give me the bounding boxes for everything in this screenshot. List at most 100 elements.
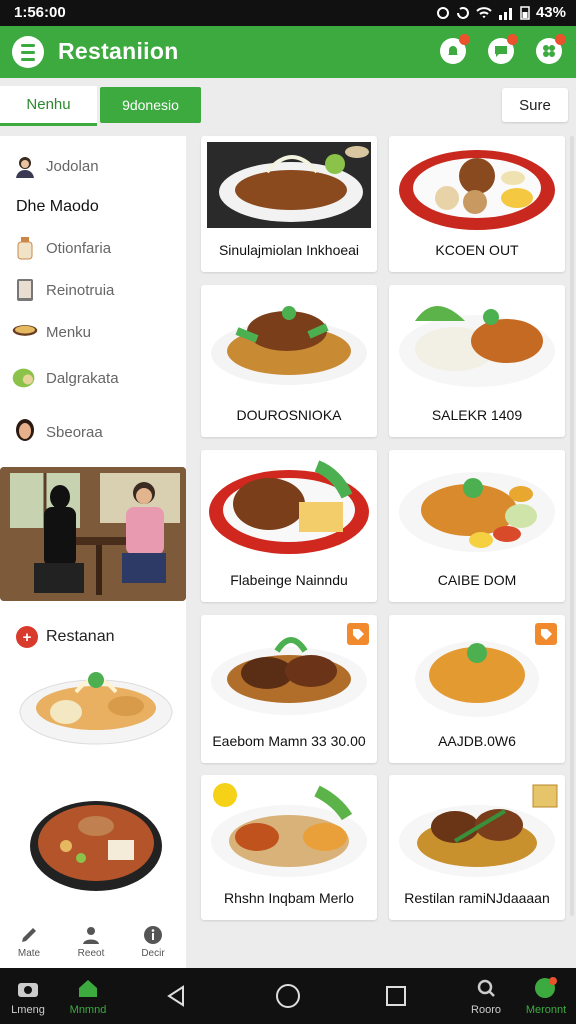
dish-name: KCOEN OUT	[435, 242, 519, 258]
home-button[interactable]	[274, 982, 302, 1010]
footer-label: Reeot	[77, 948, 105, 959]
sidebar-item-menku[interactable]: Menku	[12, 316, 91, 348]
nav-label: Mnmnd	[69, 1004, 107, 1016]
sidebar-item-label: Menku	[46, 323, 92, 341]
sync-icon	[456, 6, 469, 19]
tag-icon	[353, 629, 364, 640]
food-card[interactable]: KCOEN OUT	[389, 136, 565, 272]
nav-item-meronnt[interactable]: Meronnt	[518, 976, 574, 1016]
food-card[interactable]: Rhshn Inqbam Merlo	[201, 775, 377, 920]
back-triangle-icon	[167, 985, 184, 1007]
nav-label: Meronnt	[525, 1004, 567, 1016]
bowl-icon	[12, 319, 38, 345]
food-card[interactable]: Sinulajmiolan Inkhoeai	[201, 136, 377, 272]
tag-icon	[541, 629, 552, 640]
restaurant-logo-icon: +	[16, 626, 38, 648]
leaf-food-icon	[12, 365, 38, 391]
dish-image	[399, 306, 555, 387]
chat-bubble-icon	[534, 976, 558, 1000]
food-card[interactable]: CAIBE DOM	[389, 450, 565, 602]
battery-icon	[520, 6, 530, 20]
woman-avatar-icon	[12, 419, 38, 445]
wifi-icon	[476, 6, 492, 18]
dish-name: DOUROSNIOKA	[236, 407, 342, 423]
back-button[interactable]	[162, 982, 190, 1010]
sidebar-dish-1[interactable]	[16, 652, 176, 752]
food-card[interactable]: SALEKR 1409	[389, 285, 565, 437]
restaurant-title-text: Restanan	[46, 628, 115, 645]
sidebar-dish-2[interactable]	[26, 796, 166, 896]
info-icon	[142, 924, 164, 946]
app-title: Restaniion	[58, 38, 179, 64]
sidebar-footer-mate[interactable]: Mate	[4, 924, 54, 959]
nav-item-mnmnd[interactable]: Mnmnd	[60, 976, 116, 1016]
recents-button[interactable]	[382, 982, 410, 1010]
chat-icon	[495, 46, 507, 57]
search-icon	[474, 976, 498, 1000]
dish-name: AAJDB.0W6	[438, 733, 516, 749]
bottle-icon	[12, 235, 38, 261]
food-card[interactable]: Eaebom Mamn 33 30.00	[201, 615, 377, 763]
tab-menu[interactable]: Nenhu	[0, 86, 97, 126]
scrollbar[interactable]	[570, 136, 574, 916]
sidebar-item-reinotruia[interactable]: Reinotruia	[12, 274, 114, 306]
people-icon	[80, 924, 102, 946]
signal-icon	[498, 7, 512, 20]
menu-button[interactable]	[12, 36, 44, 68]
sidebar-item-label: Otionfaria	[46, 239, 112, 257]
sidebar-item-label: Jodolan	[46, 157, 99, 175]
home-circle-icon	[276, 984, 300, 1008]
tab-indonesia[interactable]: 9donesio	[100, 87, 201, 123]
sidebar-item-otionfaria[interactable]: Otionfaria	[12, 232, 111, 264]
dish-image	[209, 460, 369, 554]
sidebar-footer-decir[interactable]: Decir	[128, 924, 178, 959]
sidebar-header: Dhe Maodo	[16, 198, 99, 215]
dish-name: Rhshn Inqbam Merlo	[224, 890, 354, 906]
tabs-row: Nenhu 9donesio Sure	[0, 78, 576, 130]
dish-image	[211, 306, 367, 385]
profile-button[interactable]	[536, 34, 566, 64]
alarm-icon	[436, 6, 449, 19]
battery-level: 43%	[535, 4, 566, 21]
sidebar-item-label: Dalgrakata	[46, 369, 119, 387]
sidebar-footer-reeot[interactable]: Reeot	[66, 924, 116, 959]
restaurant-photo	[0, 467, 186, 601]
nav-item-rooro[interactable]: Rooro	[458, 976, 514, 1016]
nav-label: Rooro	[471, 1004, 501, 1016]
sure-button[interactable]: Sure	[502, 88, 568, 122]
dish-image	[399, 472, 555, 552]
promo-badge	[535, 623, 557, 645]
footer-label: Decir	[141, 948, 165, 959]
food-card[interactable]: Flabeinge Nainndu	[201, 450, 377, 602]
nav-label: Lmeng	[11, 1004, 45, 1016]
promo-badge	[347, 623, 369, 645]
food-card[interactable]: DOUROSNIOKA	[201, 285, 377, 437]
messages-button[interactable]	[488, 34, 518, 64]
sidebar-item-jodolan[interactable]: Jodolan	[12, 150, 99, 182]
sidebar-item-dalgrakata[interactable]: Dalgrakata	[12, 362, 119, 394]
recents-square-icon	[386, 986, 406, 1006]
nav-item-lmeng[interactable]: Lmeng	[0, 976, 56, 1016]
status-icons: 43%	[436, 4, 566, 21]
dish-name: CAIBE DOM	[437, 572, 517, 588]
sidebar: Jodolan Dhe Maodo Otionfaria Reinotruia …	[0, 136, 186, 968]
dish-name: Flabeinge Nainndu	[230, 572, 348, 588]
dish-name: SALEKR 1409	[431, 407, 523, 423]
app-bar: Restaniion	[0, 26, 576, 78]
sidebar-item-sbeoraa[interactable]: Sbeoraa	[12, 416, 103, 448]
food-card[interactable]: Restilan ramiNJdaaaan	[389, 775, 565, 920]
bell-icon	[448, 46, 458, 55]
home-icon	[76, 976, 100, 1000]
footer-label: Mate	[17, 948, 41, 959]
pen-icon	[18, 924, 40, 946]
food-card[interactable]: AAJDB.0W6	[389, 615, 565, 763]
tablet-icon	[12, 277, 38, 303]
dish-name: Restilan ramiNJdaaaan	[404, 890, 550, 906]
bottom-nav: Lmeng Mnmnd Rooro Meronnt	[0, 968, 576, 1024]
dish-image	[399, 784, 558, 877]
person-avatar-icon	[12, 153, 38, 179]
notifications-button[interactable]	[440, 34, 470, 64]
restaurant-title: + Restanan	[16, 626, 115, 648]
sidebar-item-label: Reinotruia	[46, 281, 115, 299]
sidebar-item-label: Sbeoraa	[46, 423, 103, 441]
